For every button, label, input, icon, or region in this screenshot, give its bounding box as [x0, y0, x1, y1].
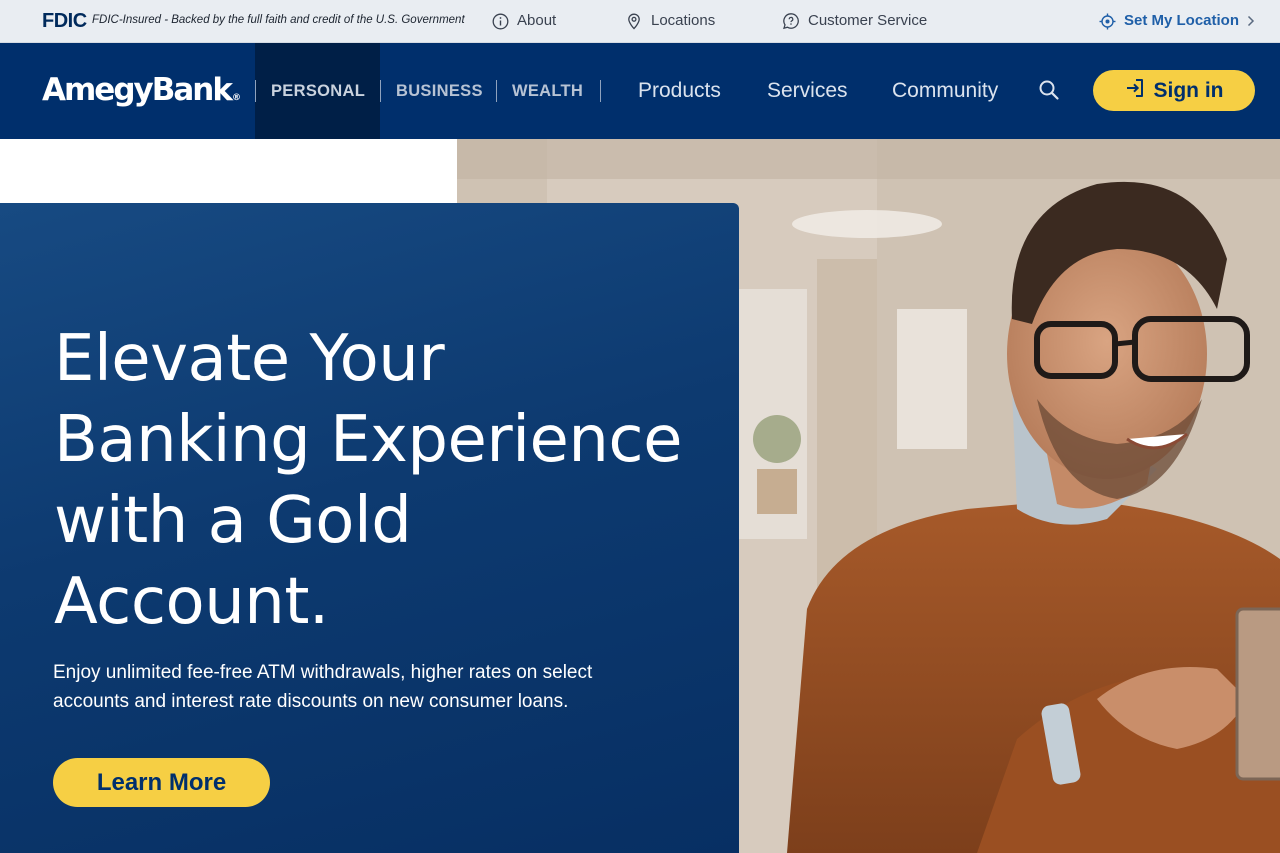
nav-products[interactable]: Products — [638, 78, 721, 104]
segment-divider — [496, 80, 497, 102]
nav-community[interactable]: Community — [892, 78, 998, 104]
chevron-right-icon — [1247, 15, 1255, 27]
hero-description: Enjoy unlimited fee-free ATM withdrawals… — [53, 662, 593, 712]
customer-service-link[interactable]: Customer Service — [782, 11, 927, 31]
customer-service-label: Customer Service — [808, 12, 928, 29]
chat-bubble-icon — [782, 12, 800, 30]
search-button[interactable] — [1038, 79, 1060, 106]
brand-name: AmegyBank — [42, 72, 233, 108]
sign-in-label: Sign in — [1153, 78, 1224, 102]
locations-label: Locations — [651, 12, 716, 29]
utility-bar: FDIC FDIC-Insured - Backed by the full f… — [0, 0, 1280, 43]
map-pin-icon — [627, 13, 641, 30]
fdic-disclaimer: FDIC-Insured - Backed by the full faith … — [92, 14, 465, 26]
nav-services[interactable]: Services — [767, 78, 848, 104]
set-location-label: Set My Location — [1124, 12, 1240, 29]
locations-link[interactable]: Locations — [627, 11, 715, 31]
amegy-bank-logo[interactable]: AmegyBank® — [42, 70, 241, 118]
hero-title: Elevate Your Banking Experience with a G… — [54, 322, 682, 639]
segment-personal[interactable]: PERSONAL — [271, 80, 365, 102]
segment-divider — [380, 80, 381, 102]
search-icon — [1038, 80, 1060, 105]
sign-in-arrow-icon — [1125, 78, 1145, 104]
fdic-logo: FDIC — [42, 10, 87, 32]
segment-divider — [600, 80, 601, 102]
segment-business[interactable]: BUSINESS — [396, 80, 483, 102]
about-link[interactable]: About — [492, 11, 556, 31]
main-nav: AmegyBank® PERSONAL BUSINESS WEALTH Prod… — [0, 43, 1280, 139]
set-location-link[interactable]: Set My Location — [1099, 11, 1255, 31]
brand-registered-mark: ® — [231, 93, 241, 103]
learn-more-button[interactable]: Learn More — [53, 758, 270, 807]
crosshair-location-icon — [1099, 13, 1116, 30]
about-label: About — [517, 12, 557, 29]
sign-in-button[interactable]: Sign in — [1093, 70, 1255, 111]
segment-divider — [255, 80, 256, 102]
segment-wealth[interactable]: WEALTH — [512, 80, 583, 102]
info-icon — [492, 13, 509, 30]
